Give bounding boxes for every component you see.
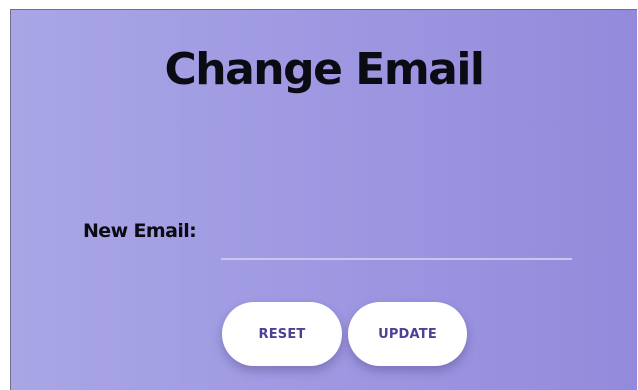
- new-email-input[interactable]: [221, 218, 572, 260]
- change-email-panel: Change Email New Email: RESET UPDATE: [10, 9, 637, 390]
- reset-button[interactable]: RESET: [222, 302, 342, 366]
- page-title: Change Email: [164, 44, 485, 95]
- new-email-label: New Email:: [83, 220, 197, 242]
- update-button[interactable]: UPDATE: [348, 302, 467, 366]
